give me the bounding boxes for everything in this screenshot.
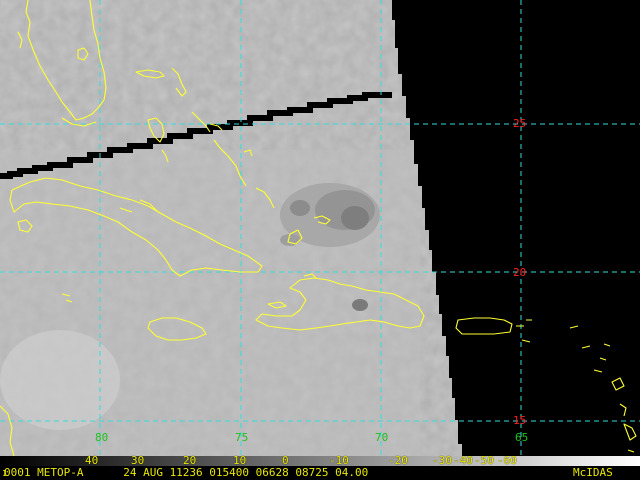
colorbar-tick-label: 20 bbox=[183, 454, 197, 467]
colorbar-tick-label: 10 bbox=[233, 454, 247, 467]
lat-label-20: 20 bbox=[513, 266, 527, 279]
colorbar-tick-label: -30 bbox=[432, 454, 452, 467]
colorbar-tick-label: -40 bbox=[453, 454, 473, 467]
colorbar-tick-label: -50 bbox=[474, 454, 494, 467]
lon-label-65: 65 bbox=[515, 431, 529, 444]
satellite-map bbox=[0, 0, 640, 456]
colorbar-tick-label: 40 bbox=[85, 454, 99, 467]
status-bar: 1 0001 METOP-A 24 AUG 11236 015400 06628… bbox=[0, 466, 640, 480]
lon-label-70: 70 bbox=[375, 431, 389, 444]
lon-label-80: 80 bbox=[95, 431, 109, 444]
lat-label-15: 15 bbox=[513, 414, 527, 427]
mcidas-brand-label: McIDAS bbox=[573, 466, 613, 479]
lon-label-75: 75 bbox=[235, 431, 249, 444]
colorbar-tick-label: -20 bbox=[388, 454, 408, 467]
colorbar-tick-label: 0 bbox=[282, 454, 289, 467]
colorbar-tick-label: -10 bbox=[329, 454, 349, 467]
colorbar-tick-label: 30 bbox=[131, 454, 145, 467]
lat-label-25: 25 bbox=[513, 117, 527, 130]
image-info-text: 0001 METOP-A 24 AUG 11236 015400 06628 0… bbox=[4, 466, 369, 479]
bright-patch bbox=[0, 330, 120, 430]
colorbar-tick-label: -60 bbox=[497, 454, 517, 467]
satellite-image-viewer: 25 20 15 80 75 70 65 40 30 20 10 0 -10 -20 -30-… bbox=[0, 0, 640, 480]
